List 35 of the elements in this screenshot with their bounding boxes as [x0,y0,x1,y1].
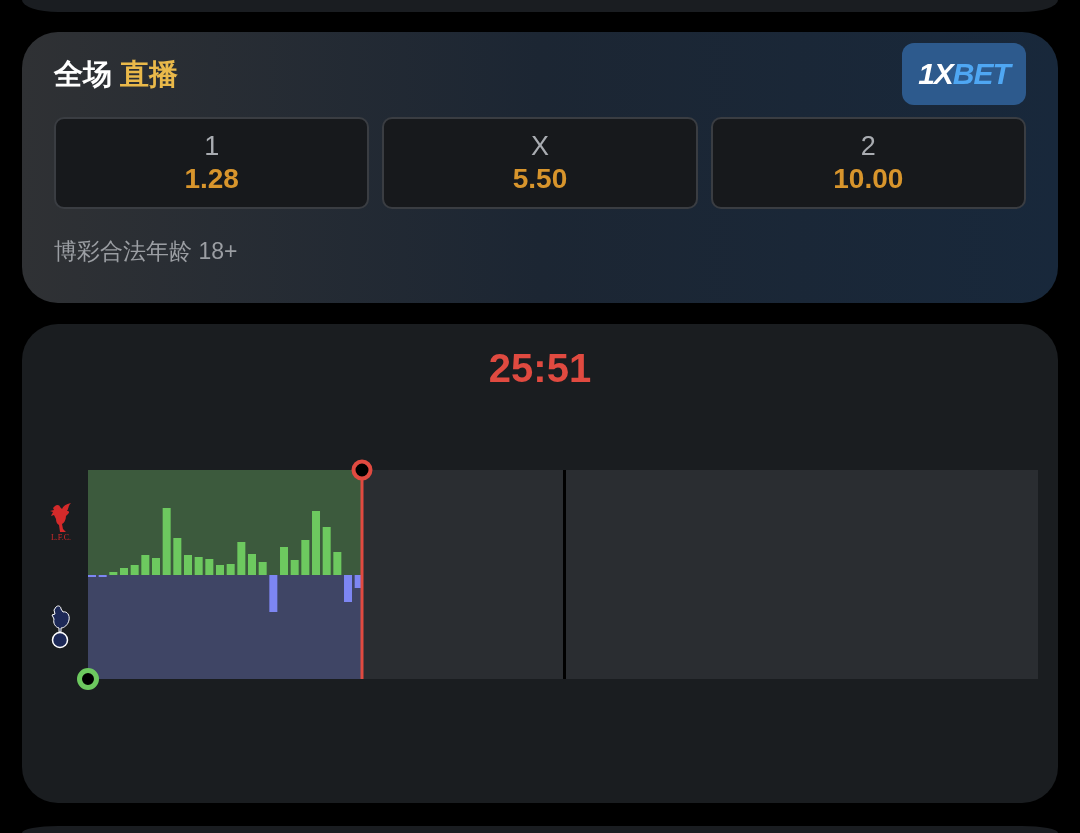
odds-button[interactable]: 2 10.00 [710,117,1026,209]
crest-text: L.F.C. [51,532,71,542]
momentum-bar [269,575,278,612]
momentum-bar [333,552,342,575]
card-title: 全场 直播 [54,57,179,92]
bird-on-ball-icon [49,604,71,649]
brand-logo[interactable]: 1XBET [902,43,1026,105]
momentum-bar [216,565,224,575]
momentum-bar [130,565,139,575]
match-clock: 25:51 [488,345,592,392]
momentum-bar [322,527,331,575]
momentum-bar [173,538,182,575]
momentum-bar [354,575,362,588]
momentum-bar [280,547,288,575]
momentum-bar [290,560,299,575]
momentum-bar [248,554,256,575]
bird-icon [49,502,73,533]
momentum-bar [194,557,203,575]
momentum-bar [312,511,320,575]
momentum-bar [141,555,150,575]
momentum-bar [237,542,246,575]
odds-button[interactable]: X 5.50 [382,117,698,209]
age-disclaimer: 博彩合法年龄 18+ [54,237,238,266]
momentum-bar [344,575,352,602]
momentum-bar [205,559,214,575]
momentum-bar [184,555,192,575]
momentum-bar [226,564,235,575]
momentum-bar [109,572,118,575]
momentum-bar [301,540,310,575]
start-ring-icon [77,668,99,690]
momentum-bar [152,558,160,575]
momentum-bar [162,508,171,575]
momentum-bar [258,562,267,575]
odds-button[interactable]: 1 1.28 [54,117,370,209]
momentum-bar [120,568,128,575]
